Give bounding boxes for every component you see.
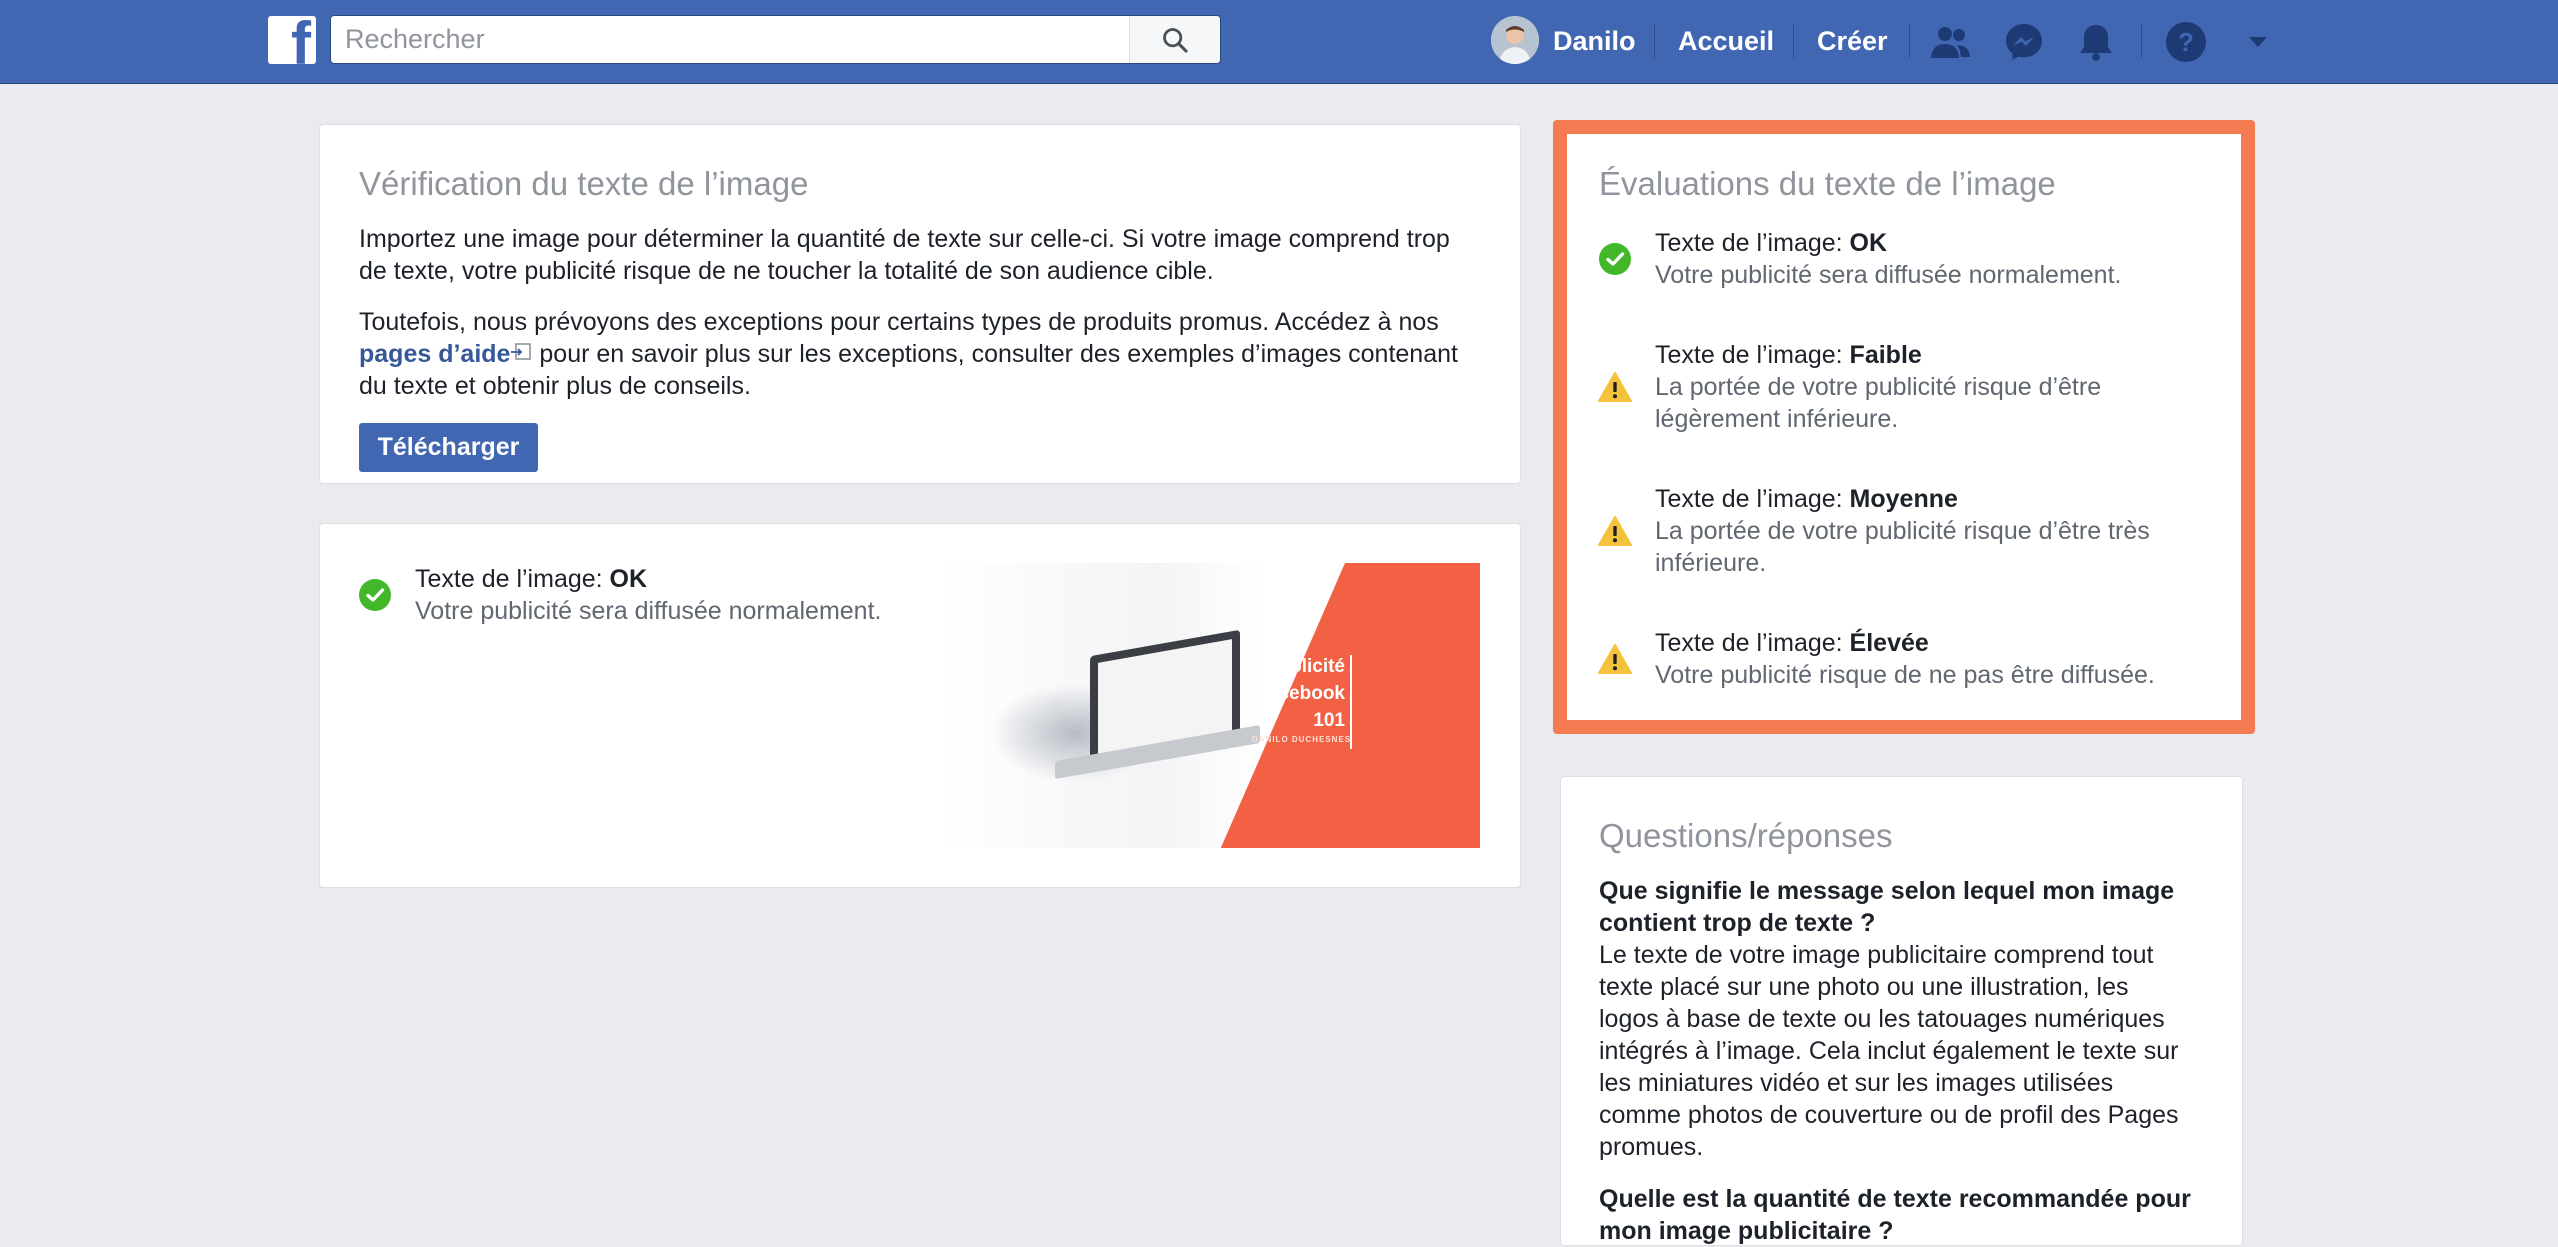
search-bar <box>330 15 1221 64</box>
nav-divider <box>1793 24 1794 58</box>
search-icon <box>1163 27 1188 53</box>
qa-question: Que signifie le message selon lequel mon… <box>1599 877 2175 905</box>
qa-question: contient trop de texte ? <box>1599 909 1876 937</box>
warning-icon <box>1598 516 1632 546</box>
page-title: Vérification du texte de l’image <box>359 165 809 202</box>
preview-title: Publicité Facebook 101 <box>1256 656 1345 731</box>
top-navigation-bar: f Danilo Accueil Créer ? <box>0 0 2558 84</box>
rating-ok-description: Votre publicité sera diffusée normalemen… <box>1655 261 2122 289</box>
messenger-icon <box>2006 24 2042 60</box>
user-avatar-icon <box>1491 16 1539 64</box>
caret-down-icon <box>2249 37 2267 47</box>
rating-level: Faible <box>1849 341 1922 369</box>
qa-answer-line: texte placé sur une photo ou une illustr… <box>1599 973 2129 1001</box>
qa-answer-line: Le texte de votre image publicitaire com… <box>1599 941 2154 969</box>
qa-title: Questions/réponses <box>1599 817 1893 854</box>
exceptions-text-before: Toutefois, nous prévoyons des exceptions… <box>359 308 1439 336</box>
qa-answer-line: comme photos de couverture ou de profil … <box>1599 1101 2179 1129</box>
notifications-button[interactable] <box>2074 20 2118 64</box>
friend-requests-button[interactable] <box>1928 20 1972 64</box>
profile-link[interactable]: Danilo <box>1553 25 1636 57</box>
rating-level: Moyenne <box>1849 485 1958 513</box>
facebook-logo-icon[interactable]: f <box>268 16 316 64</box>
friends-icon <box>1931 27 1970 58</box>
qa-answer-line: les miniatures vidéo et sur les images u… <box>1599 1069 2114 1097</box>
rating-medium-description: La portée de votre publicité risque d’êt… <box>1655 517 2150 545</box>
warning-icon <box>1598 372 1632 402</box>
nav-divider <box>2141 24 2142 58</box>
rating-low-description: La portée de votre publicité risque d’êt… <box>1655 373 2102 401</box>
rating-level: Élevée <box>1849 629 1929 657</box>
rating-label: Texte de l’image: <box>1655 229 1850 257</box>
bell-icon <box>2080 25 2112 61</box>
account-menu-button[interactable] <box>2236 20 2280 64</box>
help-pages-link[interactable]: pages d’aide <box>359 340 532 368</box>
rating-medium-description: inférieure. <box>1655 549 1767 577</box>
rating-low-status: Texte de l’image: Faible <box>1655 339 1922 371</box>
qa-answer-line: logos à base de texte ou les tatouages n… <box>1599 1005 2165 1033</box>
rating-high-status: Texte de l’image: Élevée <box>1655 627 1929 659</box>
messenger-button[interactable] <box>2002 20 2046 64</box>
result-description: Votre publicité sera diffusée normalemen… <box>415 597 882 625</box>
search-input[interactable] <box>331 16 1159 63</box>
nav-divider <box>1909 24 1910 58</box>
rating-label: Texte de l’image: <box>1655 341 1850 369</box>
result-label: Texte de l’image: <box>415 565 610 593</box>
rating-level: OK <box>1849 229 1888 257</box>
svg-text:?: ? <box>2178 27 2194 57</box>
search-button[interactable] <box>1129 16 1220 63</box>
intro-text: Importez une image pour déterminer la qu… <box>359 225 1450 285</box>
preview-author: DANILO DUCHESNES <box>1252 735 1352 744</box>
external-link-icon <box>511 343 532 360</box>
home-link[interactable]: Accueil <box>1678 25 1774 57</box>
rating-label: Texte de l’image: <box>1655 629 1850 657</box>
qa-question: Quelle est la quantité de texte recomman… <box>1599 1185 2191 1213</box>
help-button[interactable]: ? <box>2164 20 2208 64</box>
ratings-title: Évaluations du texte de l’image <box>1599 165 2056 202</box>
result-status: Texte de l’image: OK <box>415 563 647 595</box>
check-icon <box>359 579 391 611</box>
rating-ok-status: Texte de l’image: OK <box>1655 227 1887 259</box>
upload-button[interactable]: Télécharger <box>359 423 538 472</box>
rating-medium-status: Texte de l’image: Moyenne <box>1655 483 1958 515</box>
warning-icon <box>1598 644 1632 674</box>
qa-answer-line: promues. <box>1599 1133 1704 1161</box>
exceptions-text: Toutefois, nous prévoyons des exceptions… <box>359 306 1489 402</box>
qa-answer-line: intégrés à l’image. Cela inclut égalemen… <box>1599 1037 2179 1065</box>
avatar[interactable] <box>1491 16 1539 64</box>
result-value: OK <box>609 565 648 593</box>
create-link[interactable]: Créer <box>1817 25 1888 57</box>
question-mark-icon: ? <box>2166 22 2206 62</box>
qa-question: mon image publicitaire ? <box>1599 1217 1894 1245</box>
uploaded-image-preview: Publicité Facebook 101 DANILO DUCHESNES <box>940 563 1480 848</box>
rating-label: Texte de l’image: <box>1655 485 1850 513</box>
rating-high-description: Votre publicité risque de ne pas être di… <box>1655 661 2155 689</box>
nav-divider <box>1654 24 1655 58</box>
rating-low-description: légèrement inférieure. <box>1655 405 1899 433</box>
check-icon <box>1599 243 1631 275</box>
